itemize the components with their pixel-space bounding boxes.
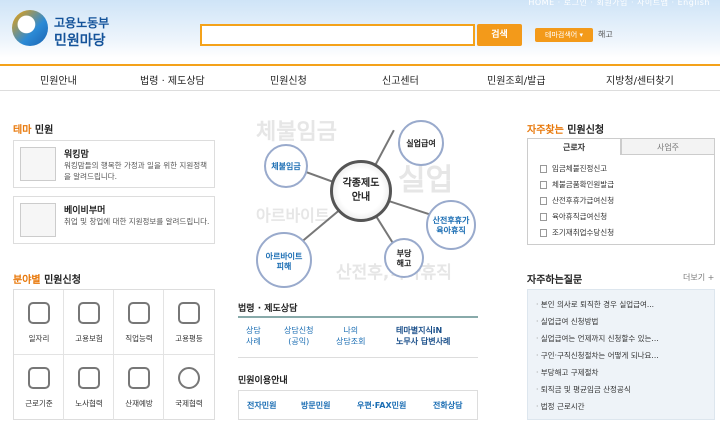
nav-item-apply[interactable]: 민원신청 — [270, 72, 307, 87]
first-aid-icon — [128, 367, 150, 389]
keyword-link[interactable]: 해고 — [598, 29, 613, 40]
list-item[interactable]: 퇴직금 및 평균임금 산정공식 — [536, 384, 631, 395]
theme-section-title: 테마 민원 — [13, 125, 54, 136]
category-skills[interactable]: 직업능력 — [114, 290, 164, 355]
faq-list: 본인 의사로 퇴직한 경우 실업급여... 실업급여 신청방법 실업급여는 언제… — [527, 289, 715, 420]
hand-heart-icon — [78, 302, 100, 324]
handshake-icon — [78, 367, 100, 389]
list-item[interactable]: 조기재취업수당신청 — [540, 227, 614, 238]
nav-item-law[interactable]: 법령 · 제도상담 — [140, 72, 205, 87]
civil-phone-link[interactable]: 전화상담 — [433, 400, 462, 411]
logo-ministry: 고용노동부 — [54, 16, 110, 30]
watermark-text: 아르바이트 — [256, 206, 330, 225]
search-button[interactable]: 검색 — [477, 24, 522, 46]
law-section-title: 법령 · 제도상담 — [238, 304, 298, 314]
list-item[interactable]: 구인·구직신청절차는 어떻게 되나요... — [536, 350, 659, 361]
bubble-unfair-dismissal[interactable]: 부당 해고 — [384, 238, 424, 278]
logo-e-icon — [12, 10, 48, 46]
list-item[interactable]: 실업급여 신청방법 — [536, 316, 599, 327]
law-case-link[interactable]: 상담 사례 — [246, 325, 261, 347]
main-nav: 민원안내 법령 · 제도상담 민원신청 신고센터 민원조회/발급 지방청/센터찾… — [0, 64, 720, 91]
civil-visit-link[interactable]: 방문민원 — [301, 400, 330, 411]
list-item[interactable]: 법정 근로시간 — [536, 401, 585, 412]
list-item[interactable]: 본인 의사로 퇴직한 경우 실업급여... — [536, 299, 654, 310]
list-item[interactable]: 체불금품확인원발급 — [540, 179, 614, 190]
nav-item-report[interactable]: 신고센터 — [382, 72, 419, 87]
top-links[interactable]: HOME · 로그인 · 회원가입 · 사이트맵 · English — [528, 0, 710, 8]
category-insurance[interactable]: 고용보험 — [64, 290, 114, 355]
popular-list: 임금체불진정신고 체불금품확인원발급 산전후휴가급여신청 육아휴직급여신청 조기… — [527, 155, 715, 245]
list-item[interactable]: 임금체불진정신고 — [540, 163, 607, 174]
civil-section-title: 민원이용안내 — [238, 376, 288, 386]
nav-item-issue[interactable]: 민원조회/발급 — [487, 72, 546, 87]
bubble-unemployment[interactable]: 실업급여 — [398, 120, 444, 166]
list-item[interactable]: 실업급여는 언제까지 신청할수 있는... — [536, 333, 659, 344]
category-cooperation[interactable]: 노사협력 — [64, 355, 114, 420]
civil-electronic-link[interactable]: 전자민원 — [247, 400, 276, 411]
globe-icon — [178, 367, 200, 389]
elder-icon — [20, 203, 56, 237]
bubble-unpaid-wages[interactable]: 체불임금 — [264, 144, 308, 188]
site-logo[interactable]: 고용노동부 민원마당 — [12, 8, 142, 50]
list-item[interactable]: 부당해고 구제절차 — [536, 367, 599, 378]
watermark-text: 체불임금 — [256, 120, 337, 145]
system-guide-diagram: 체불임금 실업 아르바이트 산전후,육아휴직 각종제도 안내 실업급여 체불임금… — [248, 110, 480, 290]
logo-site-name: 민원마당 — [54, 33, 106, 49]
card-title: 워킹맘 — [64, 150, 89, 160]
category-section-title: 분야별 민원신청 — [13, 275, 81, 286]
category-jobs[interactable]: 일자리 — [14, 290, 64, 355]
law-knowledge-link[interactable]: 테마별지식iN 노무사 답변사례 — [396, 325, 450, 347]
card-desc: 취업 및 창업에 대한 지원정보를 알려드립니다. — [64, 217, 210, 226]
people-icon — [28, 302, 50, 324]
card-desc: 워킹맘들의 행복한 가정과 일을 위한 지원정책을 알려드립니다. — [64, 161, 208, 181]
nav-item-offices[interactable]: 지방청/센터찾기 — [606, 72, 674, 87]
bubble-parttime-damage[interactable]: 아르바이트 피해 — [256, 232, 312, 288]
bubble-maternity-leave[interactable]: 산전후휴가 육아휴직 — [426, 200, 476, 250]
faq-more-link[interactable]: 더보기 + — [683, 272, 714, 283]
law-inquiry-link[interactable]: 나의 상담조회 — [336, 325, 365, 347]
law-apply-link[interactable]: 상담신청 (공익) — [284, 325, 313, 347]
gender-icon — [178, 302, 200, 324]
list-item[interactable]: 육아휴직급여신청 — [540, 211, 607, 222]
search-input[interactable] — [200, 24, 475, 46]
category-international[interactable]: 국제협력 — [164, 355, 214, 420]
category-labor-standards[interactable]: 근로기준 — [14, 355, 64, 420]
list-item[interactable]: 산전후휴가급여신청 — [540, 195, 614, 206]
document-pen-icon — [28, 367, 50, 389]
tab-worker[interactable]: 근로자 — [527, 138, 621, 155]
mother-child-icon — [20, 147, 56, 181]
category-equality[interactable]: 고용평등 — [164, 290, 214, 355]
popular-section-title: 자주찾는 민원신청 — [527, 125, 605, 136]
theme-card-workingmom[interactable]: 워킹맘 워킹맘들의 행복한 가정과 일을 위한 지원정책을 알려드립니다. — [13, 140, 215, 188]
category-safety[interactable]: 산재예방 — [114, 355, 164, 420]
monitor-icon — [128, 302, 150, 324]
theme-card-babyboomer[interactable]: 베이비부머 취업 및 창업에 대한 지원정보를 알려드립니다. — [13, 196, 215, 244]
popular-tabs: 근로자 사업주 — [527, 138, 715, 155]
civil-mail-fax-link[interactable]: 우편·FAX민원 — [357, 400, 406, 411]
category-grid: 일자리 고용보험 직업능력 고용평등 근로기준 노사협력 산재예방 국제협력 — [13, 289, 215, 420]
card-title: 베이비부머 — [64, 206, 106, 216]
center-hub-guide[interactable]: 각종제도 안내 — [330, 160, 392, 222]
theme-keyword-select[interactable]: 테마검색어 ▾ — [535, 28, 593, 42]
tab-employer[interactable]: 사업주 — [621, 138, 715, 155]
civil-links: 전자민원 방문민원 우편·FAX민원 전화상담 — [238, 390, 478, 420]
header: HOME · 로그인 · 회원가입 · 사이트맵 · English 고용노동부… — [0, 0, 720, 58]
law-links: 상담 사례 상담신청 (공익) 나의 상담조회 테마별지식iN 노무사 답변사례 — [238, 316, 478, 358]
faq-section-title: 자주하는질문 — [527, 275, 583, 286]
nav-item-guide[interactable]: 민원안내 — [40, 72, 77, 87]
